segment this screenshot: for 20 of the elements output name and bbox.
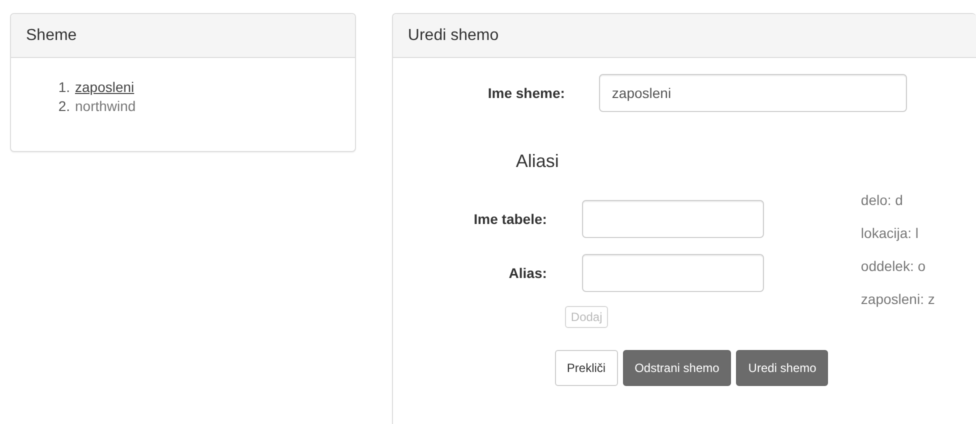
list-number: 2. [58, 97, 70, 116]
alias-entry: zaposleni: z [860, 291, 936, 307]
action-button[interactable]: Prekliči [554, 350, 618, 386]
alias-field[interactable] [582, 254, 764, 292]
action-button[interactable]: Odstrani shemo [622, 350, 732, 386]
scheme-link[interactable]: northwind [75, 97, 136, 116]
panel-title: Uredi shemo [392, 14, 976, 58]
scheme-link[interactable]: zaposleni [75, 78, 134, 97]
list-number: 1. [58, 78, 70, 97]
table-name-field[interactable] [582, 200, 764, 238]
section-heading: Aliasi [516, 151, 560, 172]
alias-entry: delo: d [860, 192, 904, 208]
alias-entry: lokacija: l [860, 225, 920, 241]
scheme-name-field[interactable]: zaposleni [598, 74, 907, 112]
panel-title: Sheme [11, 14, 355, 58]
field-label: Ime tabele: [472, 211, 547, 227]
action-button[interactable]: Uredi shemo [736, 350, 828, 386]
alias-entry: oddelek: o [860, 258, 927, 274]
field-label: Alias: [508, 265, 547, 281]
field-label: Ime sheme: [486, 85, 565, 101]
